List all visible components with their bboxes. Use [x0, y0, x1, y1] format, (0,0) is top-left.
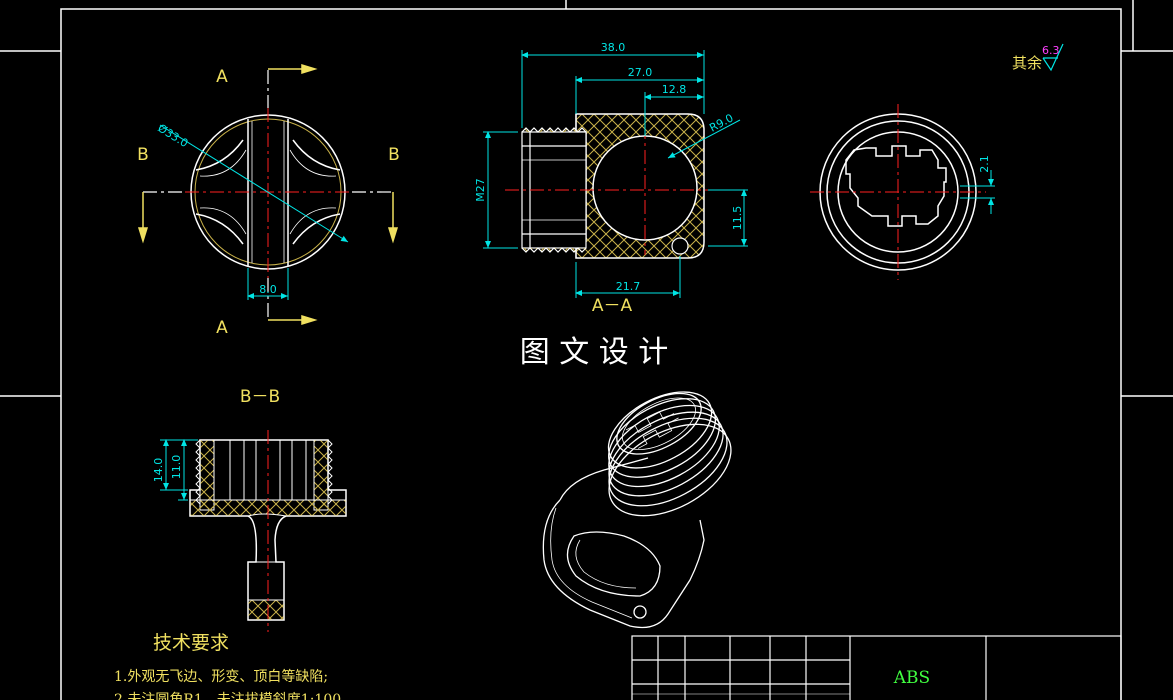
dim-r9: R9.0 [707, 111, 735, 134]
roughness-note: 其余 [1012, 54, 1042, 72]
dim-38: 38.0 [601, 41, 626, 54]
tech-requirements: 技术要求 1.外观无飞边、形变、顶白等缺陷; 2.未注圆角R1，未注拔模斜度1:… [114, 632, 341, 700]
section-mark-a-bottom: A [216, 318, 228, 338]
title-block [631, 635, 1122, 700]
drawing-center-title: 图 文 设 计 [520, 335, 669, 370]
dim-width-8: 8.0 [259, 283, 277, 296]
section-aa-view: 38.0 27.0 12.8 R9.0 M27 11.5 21.7 A－A [474, 41, 748, 316]
dim-m27: M27 [474, 178, 487, 202]
front-view: A A B B Ø33.0 8.0 [137, 63, 400, 338]
material-label: ABS [893, 668, 930, 688]
section-mark-b-left: B [137, 145, 149, 165]
tech-req-item-1: 1.外观无飞边、形变、顶白等缺陷; [114, 668, 328, 685]
tech-req-item-2: 2.未注圆角R1，未注拔模斜度1:100 [114, 692, 341, 700]
dim-11: 11.0 [170, 455, 183, 480]
section-mark-b-right: B [388, 145, 400, 165]
section-bb-view: B－B 14.0 11.0 [152, 387, 347, 632]
tech-req-heading: 技术要求 [153, 632, 229, 654]
section-aa-label: A－A [592, 296, 633, 316]
dim-diameter-33: Ø33.0 [155, 122, 190, 151]
roughness-value: 6.3 [1042, 44, 1060, 57]
dim-11-5: 11.5 [731, 206, 744, 231]
section-aa-thread [521, 114, 587, 258]
isometric-view [542, 391, 732, 629]
cad-drawing-canvas: A A B B Ø33.0 8.0 38.0 27.0 12.8 R9.0 M2… [0, 0, 1173, 700]
dim-14: 14.0 [152, 458, 165, 483]
front-dimensions [159, 124, 349, 300]
dim-21-7: 21.7 [616, 280, 641, 293]
section-mark-a-top: A [216, 67, 228, 87]
section-aa-small-hole [671, 237, 689, 255]
dim-2-1: 2.1 [978, 155, 991, 173]
roughness-symbol: 其余 6.3 [1012, 43, 1064, 72]
section-bb-label: B－B [240, 387, 280, 407]
side-view: 2.1 [810, 104, 995, 280]
dim-12-8: 12.8 [662, 83, 687, 96]
dim-27: 27.0 [628, 66, 653, 79]
